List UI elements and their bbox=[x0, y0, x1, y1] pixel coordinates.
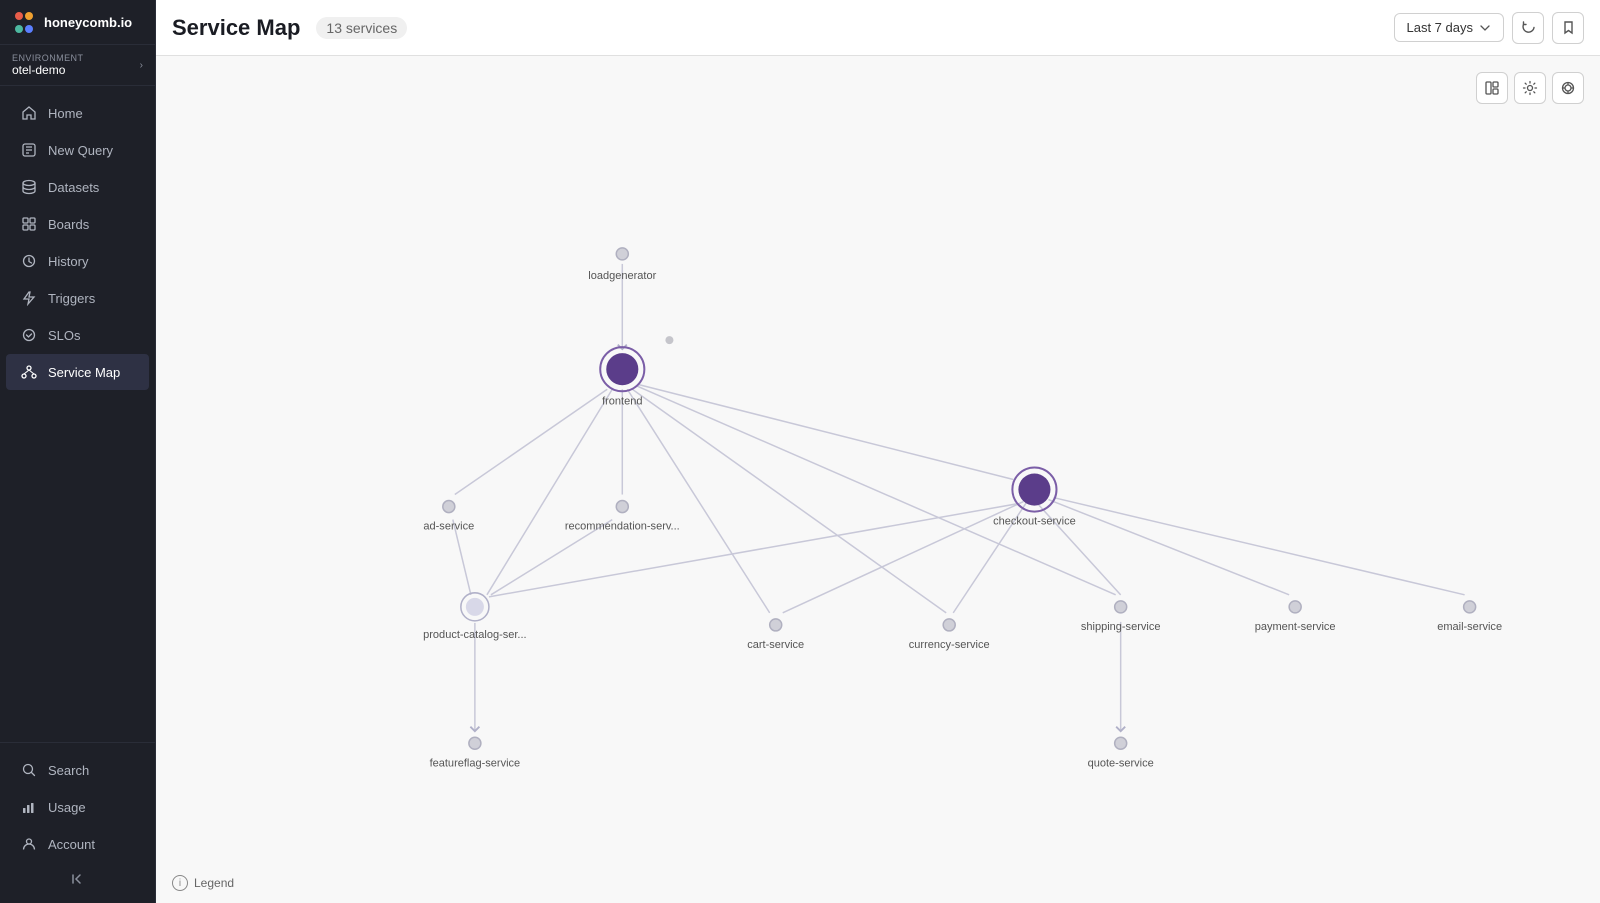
refresh-button[interactable] bbox=[1512, 12, 1544, 44]
page-header: Service Map 13 services Last 7 days bbox=[156, 0, 1600, 56]
sidebar-item-account[interactable]: Account bbox=[6, 826, 149, 862]
nav-section: Home New Query Da bbox=[0, 86, 155, 742]
sidebar-label-home: Home bbox=[48, 106, 83, 121]
svg-text:quote-service: quote-service bbox=[1088, 757, 1154, 769]
bottom-nav: Search Usage Account bbox=[0, 742, 155, 903]
svg-text:cart-service: cart-service bbox=[747, 639, 804, 651]
slos-icon bbox=[20, 326, 38, 344]
time-range-selector[interactable]: Last 7 days bbox=[1394, 13, 1505, 42]
chevron-right-icon: › bbox=[140, 60, 143, 71]
sidebar-item-usage[interactable]: Usage bbox=[6, 789, 149, 825]
sidebar-collapse-button[interactable] bbox=[0, 863, 155, 895]
usage-icon bbox=[20, 798, 38, 816]
sidebar-item-history[interactable]: History bbox=[6, 243, 149, 279]
service-map-icon bbox=[20, 363, 38, 381]
svg-text:frontend: frontend bbox=[602, 395, 642, 407]
svg-text:ad-service: ad-service bbox=[423, 521, 474, 533]
legend-button[interactable]: i Legend bbox=[172, 875, 234, 891]
datasets-icon bbox=[20, 178, 38, 196]
logo-area[interactable]: honeycomb.io bbox=[0, 0, 155, 45]
sidebar-item-triggers[interactable]: Triggers bbox=[6, 280, 149, 316]
sidebar-item-home[interactable]: Home bbox=[6, 95, 149, 131]
svg-text:payment-service: payment-service bbox=[1255, 621, 1336, 633]
sidebar-label-history: History bbox=[48, 254, 88, 269]
env-label: ENVIRONMENT bbox=[12, 53, 83, 63]
layout-button[interactable] bbox=[1476, 72, 1508, 104]
logo-text: honeycomb.io bbox=[44, 15, 132, 30]
logo-icon bbox=[12, 10, 36, 34]
sidebar-label-triggers: Triggers bbox=[48, 291, 95, 306]
sidebar-label-slos: SLOs bbox=[48, 328, 81, 343]
map-toolbar bbox=[1476, 72, 1584, 104]
svg-text:shipping-service: shipping-service bbox=[1081, 621, 1161, 633]
boards-icon bbox=[20, 215, 38, 233]
sidebar-label-new-query: New Query bbox=[48, 143, 113, 158]
svg-text:loadgenerator: loadgenerator bbox=[588, 270, 656, 282]
options-button[interactable] bbox=[1552, 72, 1584, 104]
info-icon: i bbox=[172, 875, 188, 891]
sidebar-item-service-map[interactable]: Service Map bbox=[6, 354, 149, 390]
sidebar: honeycomb.io ENVIRONMENT otel-demo › Hom… bbox=[0, 0, 156, 903]
main-content: Service Map 13 services Last 7 days bbox=[156, 0, 1600, 903]
sidebar-item-slos[interactable]: SLOs bbox=[6, 317, 149, 353]
page-title: Service Map bbox=[172, 15, 300, 41]
environment-selector[interactable]: ENVIRONMENT otel-demo › bbox=[0, 45, 155, 86]
sidebar-label-account: Account bbox=[48, 837, 95, 852]
sidebar-item-search[interactable]: Search bbox=[6, 752, 149, 788]
sidebar-item-datasets[interactable]: Datasets bbox=[6, 169, 149, 205]
time-range-label: Last 7 days bbox=[1407, 20, 1474, 35]
service-count-badge: 13 services bbox=[316, 17, 407, 39]
history-icon bbox=[20, 252, 38, 270]
legend-label: Legend bbox=[194, 876, 234, 890]
env-name: otel-demo bbox=[12, 63, 83, 77]
svg-text:product-catalog-ser...: product-catalog-ser... bbox=[423, 629, 526, 641]
service-map-area: loadgenerator frontend ad-service recomm… bbox=[156, 56, 1600, 903]
home-icon bbox=[20, 104, 38, 122]
service-map-svg: loadgenerator frontend ad-service recomm… bbox=[156, 56, 1600, 903]
query-icon bbox=[20, 141, 38, 159]
svg-text:currency-service: currency-service bbox=[909, 639, 990, 651]
settings-button[interactable] bbox=[1514, 72, 1546, 104]
sidebar-label-usage: Usage bbox=[48, 800, 86, 815]
svg-text:email-service: email-service bbox=[1437, 621, 1502, 633]
svg-text:checkout-service: checkout-service bbox=[993, 516, 1076, 528]
sidebar-label-search: Search bbox=[48, 763, 89, 778]
search-icon bbox=[20, 761, 38, 779]
sidebar-item-boards[interactable]: Boards bbox=[6, 206, 149, 242]
triggers-icon bbox=[20, 289, 38, 307]
bookmark-button[interactable] bbox=[1552, 12, 1584, 44]
sidebar-item-new-query[interactable]: New Query bbox=[6, 132, 149, 168]
svg-text:recommendation-serv...: recommendation-serv... bbox=[565, 521, 680, 533]
account-icon bbox=[20, 835, 38, 853]
sidebar-label-datasets: Datasets bbox=[48, 180, 99, 195]
sidebar-label-boards: Boards bbox=[48, 217, 89, 232]
chevron-down-icon bbox=[1479, 22, 1491, 34]
sidebar-label-service-map: Service Map bbox=[48, 365, 120, 380]
svg-text:featureflag-service: featureflag-service bbox=[430, 757, 521, 769]
